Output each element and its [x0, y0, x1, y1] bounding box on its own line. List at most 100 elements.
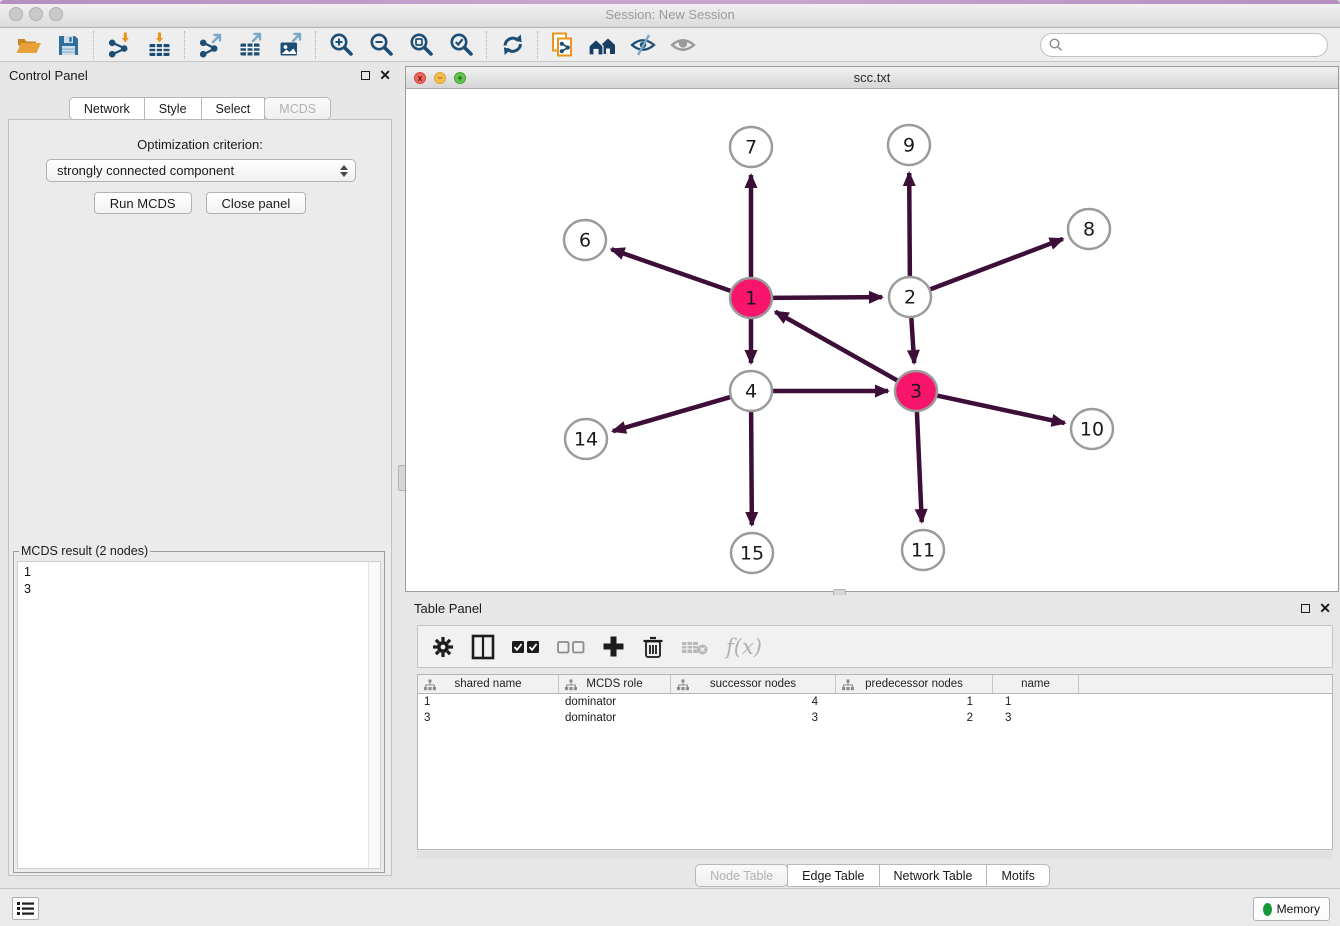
network-from-file-icon[interactable]	[543, 30, 583, 60]
close-panel-icon[interactable]: ✕	[379, 68, 391, 82]
import-table-icon[interactable]	[139, 30, 179, 60]
create-column-plus-icon[interactable]	[602, 635, 625, 658]
memory-status-icon	[1263, 903, 1272, 916]
toolbar-separator	[93, 31, 94, 59]
table-panel-title: Table Panel	[414, 601, 482, 616]
first-neighbors-icon[interactable]	[583, 30, 623, 60]
cell-successor-nodes[interactable]: 3	[671, 712, 836, 724]
float-panel-icon[interactable]	[361, 71, 370, 80]
table-row[interactable]: 1 dominator 4 1 1	[418, 694, 1332, 710]
graph-node-15[interactable]: 15	[731, 533, 773, 573]
mcds-result-text[interactable]: 1 3	[17, 561, 381, 869]
column-header-shared-name[interactable]: shared name	[418, 675, 559, 693]
split-pane-icon[interactable]	[471, 634, 495, 660]
run-mcds-button[interactable]: Run MCDS	[94, 192, 192, 214]
graph-node-7[interactable]: 7	[730, 127, 772, 167]
zoom-selected-icon[interactable]	[441, 30, 481, 60]
graph-node-2[interactable]: 2	[889, 277, 931, 317]
graph-edge-2-3[interactable]	[911, 315, 914, 363]
graph-node-6[interactable]: 6	[564, 220, 606, 260]
graph-edge-4-14[interactable]	[613, 396, 734, 431]
float-panel-icon[interactable]	[1301, 604, 1310, 613]
cell-predecessor-nodes[interactable]: 1	[836, 696, 993, 708]
show-all-icon[interactable]	[663, 30, 703, 60]
table-row[interactable]: 3 dominator 3 2 3	[418, 710, 1332, 726]
column-header-name[interactable]: name	[993, 675, 1079, 693]
column-header-successor-nodes[interactable]: successor nodes	[671, 675, 836, 693]
cell-shared-name[interactable]: 3	[418, 712, 559, 724]
table-settings-gear-icon[interactable]	[432, 636, 454, 658]
column-header-predecessor-nodes[interactable]: predecessor nodes	[836, 675, 993, 693]
cell-successor-nodes[interactable]: 4	[671, 696, 836, 708]
list-icon	[17, 901, 34, 916]
tab-motifs[interactable]: Motifs	[986, 864, 1049, 887]
network-view-window: x − + scc.txt 7 9 6 8 1 2 4 3 14 10 15 11	[405, 66, 1339, 592]
toolbar-separator	[537, 31, 538, 59]
graph-node-9[interactable]: 9	[888, 125, 930, 165]
memory-button[interactable]: Memory	[1253, 897, 1330, 921]
cell-mcds-role[interactable]: dominator	[559, 712, 671, 724]
graph-node-14[interactable]: 14	[565, 419, 607, 459]
graph-edge-4-15[interactable]	[751, 409, 752, 525]
cell-predecessor-nodes[interactable]: 2	[836, 712, 993, 724]
cell-shared-name[interactable]: 1	[418, 696, 559, 708]
search-field[interactable]	[1040, 33, 1328, 57]
delete-table-icon[interactable]	[681, 638, 709, 656]
tab-mcds[interactable]: MCDS	[264, 97, 331, 120]
svg-text:4: 4	[745, 381, 757, 403]
deselect-all-columns-icon[interactable]	[557, 640, 585, 654]
export-network-icon[interactable]	[190, 30, 230, 60]
cell-name[interactable]: 3	[993, 712, 1079, 724]
import-network-icon[interactable]	[99, 30, 139, 60]
task-history-button[interactable]	[12, 897, 39, 920]
apply-layout-icon[interactable]	[492, 30, 532, 60]
control-panel-title: Control Panel	[9, 68, 88, 83]
tab-select[interactable]: Select	[201, 97, 266, 120]
close-panel-icon[interactable]: ✕	[1319, 601, 1331, 615]
tab-edge-table[interactable]: Edge Table	[787, 864, 879, 887]
graph-edge-3-1[interactable]	[775, 312, 900, 382]
graph-edge-3-11[interactable]	[917, 409, 922, 522]
export-table-icon[interactable]	[230, 30, 270, 60]
svg-text:10: 10	[1080, 419, 1104, 441]
zoom-in-icon[interactable]	[321, 30, 361, 60]
graph-node-8[interactable]: 8	[1068, 209, 1110, 249]
search-input[interactable]	[1064, 35, 1327, 55]
column-type-icon	[424, 679, 436, 691]
export-image-icon[interactable]	[270, 30, 310, 60]
graph-node-10[interactable]: 10	[1071, 409, 1113, 449]
cell-mcds-role[interactable]: dominator	[559, 696, 671, 708]
zoom-out-icon[interactable]	[361, 30, 401, 60]
function-builder-icon[interactable]: f(x)	[726, 635, 762, 659]
hide-selected-icon[interactable]	[623, 30, 663, 60]
main-toolbar	[0, 28, 1340, 62]
graph-node-11[interactable]: 11	[902, 530, 944, 570]
save-session-icon[interactable]	[48, 30, 88, 60]
graph-edge-3-10[interactable]	[934, 395, 1065, 423]
open-session-icon[interactable]	[8, 30, 48, 60]
delete-column-trash-icon[interactable]	[642, 635, 664, 659]
network-window-titlebar: x − + scc.txt	[406, 67, 1338, 89]
tab-node-table[interactable]: Node Table	[695, 864, 788, 887]
svg-text:1: 1	[745, 288, 757, 310]
cell-name[interactable]: 1	[993, 696, 1079, 708]
graph-edge-2-8[interactable]	[927, 239, 1063, 291]
tab-network-table[interactable]: Network Table	[879, 864, 988, 887]
tab-network[interactable]: Network	[69, 97, 145, 120]
graph-edge-1-6[interactable]	[611, 249, 734, 292]
select-all-columns-icon[interactable]	[512, 640, 540, 654]
network-canvas[interactable]: 7 9 6 8 1 2 4 3 14 10 15 11	[406, 89, 1338, 591]
graph-node-4[interactable]: 4	[730, 371, 772, 411]
svg-text:14: 14	[574, 429, 598, 451]
graph-node-1[interactable]: 1	[730, 278, 772, 318]
close-panel-button[interactable]: Close panel	[206, 192, 307, 214]
fit-content-icon[interactable]	[401, 30, 441, 60]
tab-style[interactable]: Style	[144, 97, 202, 120]
criterion-dropdown[interactable]: strongly connected component	[46, 159, 356, 182]
column-header-mcds-role[interactable]: MCDS role	[559, 675, 671, 693]
window-titlebar: Session: New Session	[0, 0, 1340, 28]
graph-node-3[interactable]: 3	[895, 371, 937, 411]
graph-edge-1-2[interactable]	[769, 297, 882, 298]
table-footer-strip	[417, 851, 1333, 859]
graph-edge-2-9[interactable]	[909, 173, 910, 279]
